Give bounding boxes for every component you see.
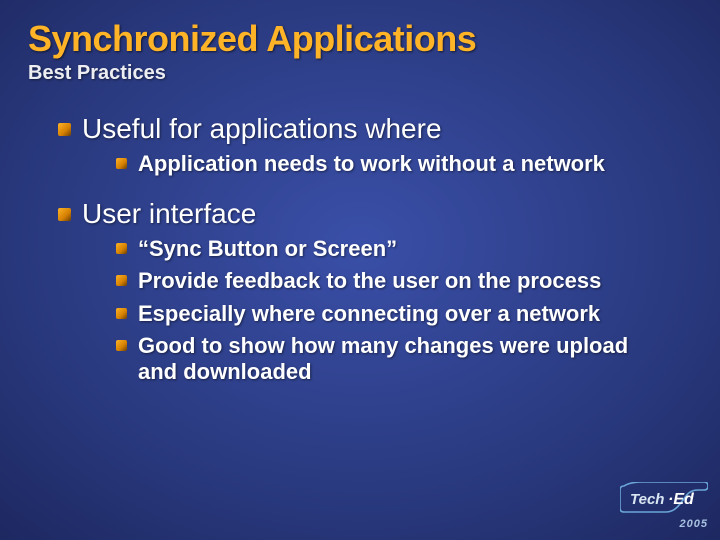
bullet-list-level2: “Sync Button or Screen” Provide feedback… [82,230,692,392]
bullet-text: “Sync Button or Screen” [138,236,397,261]
svg-text:·Ed: ·Ed [668,491,695,508]
svg-text:Tech: Tech [630,491,664,508]
slide-subtitle: Best Practices [28,62,692,85]
bullet-text: Good to show how many changes were uploa… [138,333,628,384]
brand-logo: Tech ·Ed 2005 [620,482,708,530]
list-item: Useful for applications where Applicatio… [58,113,692,198]
slide: Synchronized Applications Best Practices… [0,0,720,540]
bullet-text: Especially where connecting over a netwo… [138,301,600,326]
bullet-text: User interface [82,198,256,229]
list-item: Application needs to work without a netw… [116,151,692,183]
list-item: Especially where connecting over a netwo… [116,301,692,333]
list-item: User interface “Sync Button or Screen” P… [58,198,692,406]
brand-year: 2005 [620,518,708,530]
teched-logo-icon: Tech ·Ed [620,482,708,516]
slide-title: Synchronized Applications [28,18,692,60]
bullet-text: Application needs to work without a netw… [138,151,605,176]
list-item: Good to show how many changes were uploa… [116,333,692,392]
bullet-list-level2: Application needs to work without a netw… [82,145,692,183]
bullet-text: Useful for applications where [82,113,442,144]
bullet-text: Provide feedback to the user on the proc… [138,268,601,293]
bullet-list-level1: Useful for applications where Applicatio… [28,113,692,406]
list-item: Provide feedback to the user on the proc… [116,268,692,300]
list-item: “Sync Button or Screen” [116,236,692,268]
